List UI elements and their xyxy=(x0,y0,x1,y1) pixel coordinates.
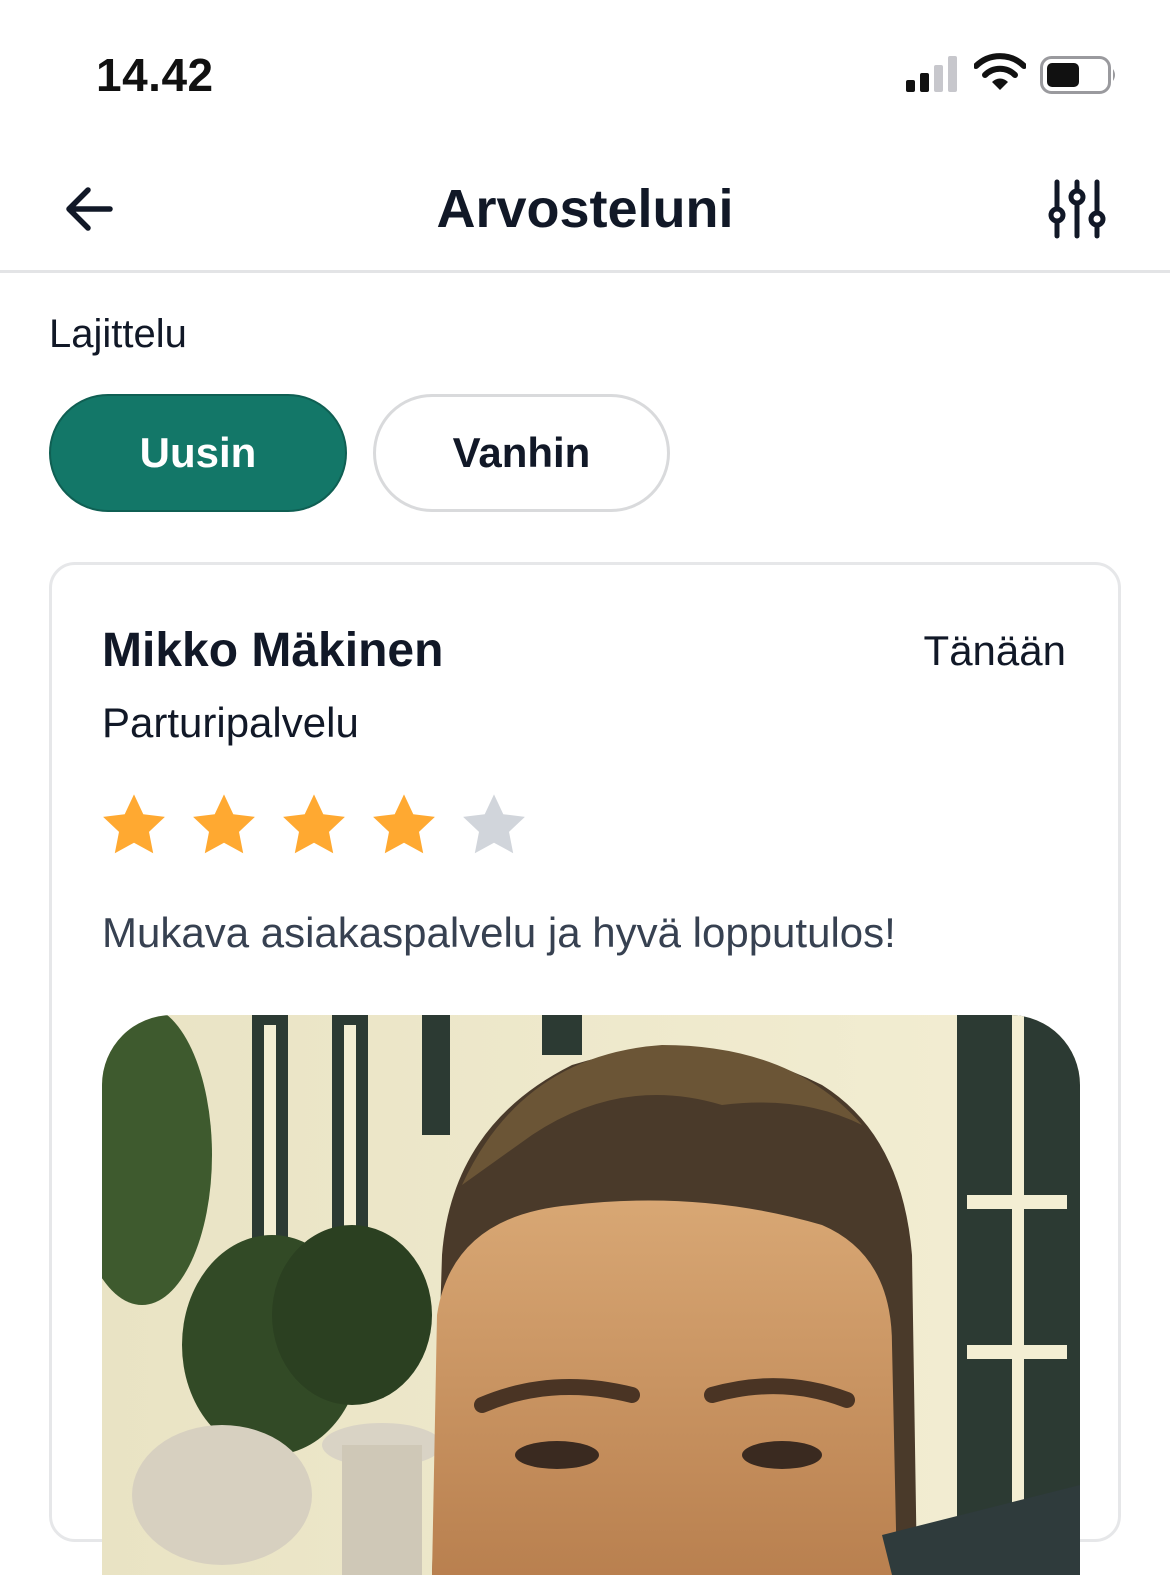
review-date: Tänään xyxy=(923,627,1066,674)
status-bar: 14.42 xyxy=(0,0,1170,150)
review-photo xyxy=(102,1015,1080,1575)
review-comment: Mukava asiakaspalvelu ja hyvä lopputulos… xyxy=(102,909,896,956)
cellular-signal-icon xyxy=(906,56,957,92)
star-rating xyxy=(98,789,530,861)
page-title: Arvosteluni xyxy=(436,179,734,239)
review-card: Mikko Mäkinen Tänään Parturipalvelu Muka… xyxy=(49,562,1121,1575)
nav-header: Arvosteluni xyxy=(0,150,1170,273)
sort-label: Lajittelu xyxy=(49,312,187,356)
status-time: 14.42 xyxy=(96,49,214,101)
sort-oldest-button[interactable]: Vanhin xyxy=(373,394,670,512)
reviewer-name: Mikko Mäkinen xyxy=(102,624,444,677)
star-empty-icon xyxy=(463,794,525,854)
battery-icon xyxy=(1040,56,1115,94)
star-filled-icon xyxy=(283,794,345,854)
star-filled-icon xyxy=(373,794,435,854)
star-filled-icon xyxy=(103,794,165,854)
wifi-icon xyxy=(974,53,1026,90)
service-name: Parturipalvelu xyxy=(102,699,359,746)
star-filled-icon xyxy=(193,794,255,854)
sliders-icon[interactable] xyxy=(1046,178,1108,240)
sort-newest-button[interactable]: Uusin xyxy=(49,394,347,512)
